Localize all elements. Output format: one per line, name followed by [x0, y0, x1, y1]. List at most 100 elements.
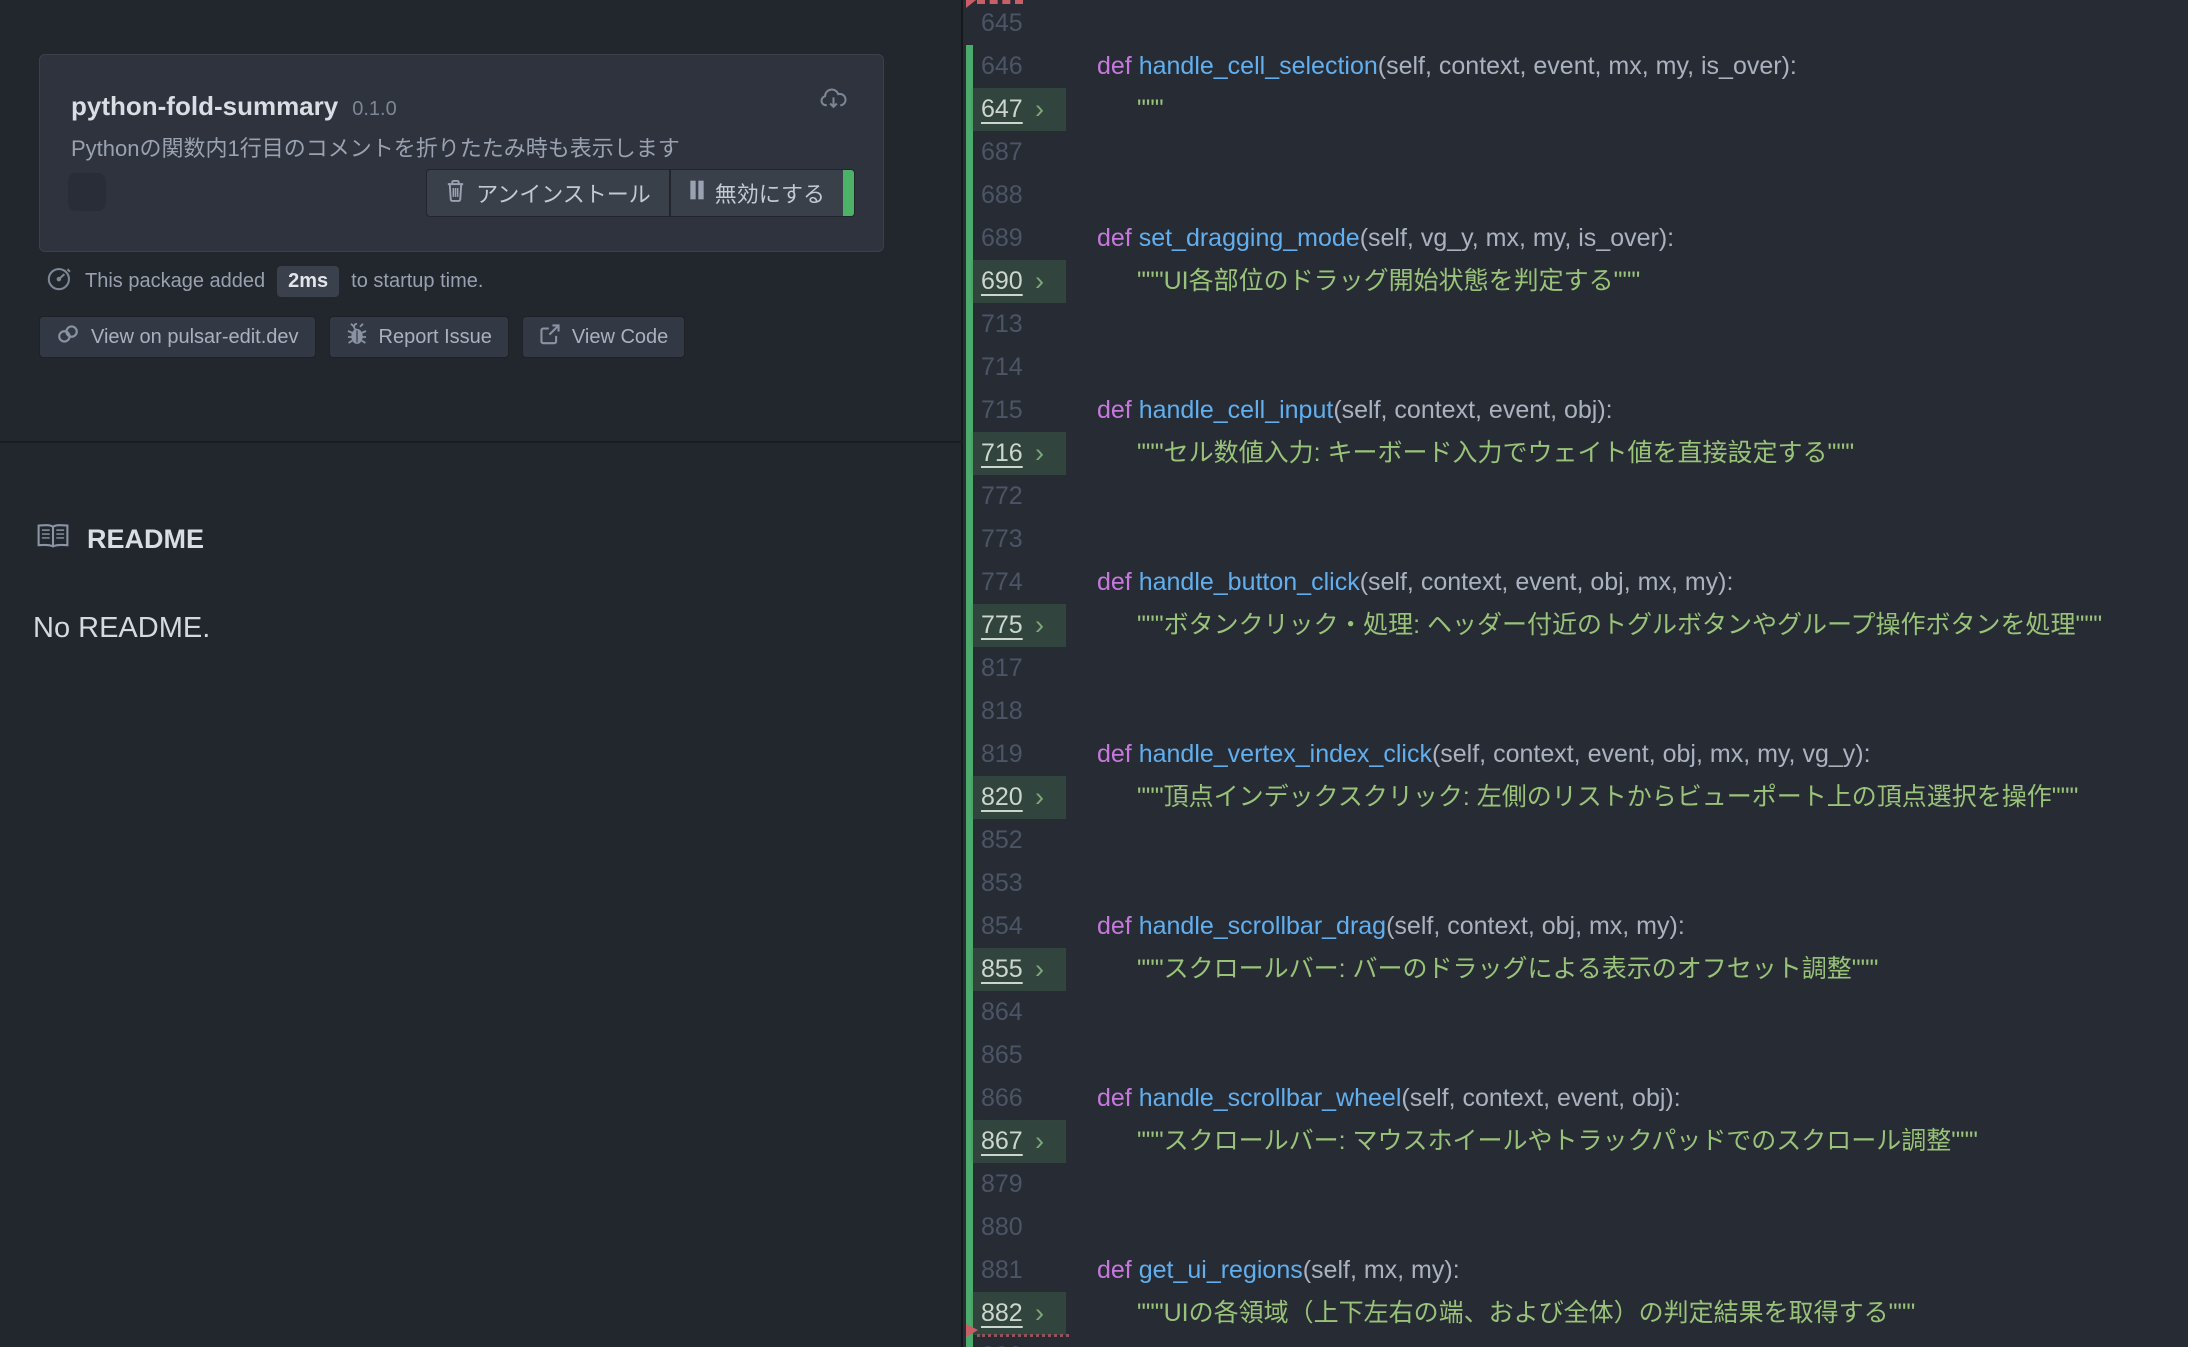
line-number[interactable]: 774 [981, 561, 1023, 604]
line-number[interactable]: 865 [981, 1034, 1023, 1077]
line-number[interactable]: 688 [981, 174, 1023, 217]
code-line-row[interactable]: 690 › """UI各部位のドラッグ開始状態を判定する""" [965, 260, 2188, 303]
line-number[interactable]: 713 [981, 303, 1023, 346]
line-number[interactable]: 647 [981, 88, 1023, 131]
docstring-text[interactable]: """UI各部位のドラッグ開始状態を判定する""" [1137, 260, 1640, 303]
line-number[interactable]: 820 [981, 776, 1023, 819]
code-line-row[interactable]: 645 [965, 2, 2188, 45]
report-issue-button[interactable]: Report Issue [329, 316, 509, 358]
code-text[interactable]: def handle_vertex_index_click(self, cont… [1097, 733, 1871, 776]
code-line-row[interactable]: 688 [965, 174, 2188, 217]
code-line-row[interactable]: 820 › """頂点インデックスクリック: 左側のリストからビューポート上の頂点選… [965, 776, 2188, 819]
code-line-row[interactable]: 714 [965, 346, 2188, 389]
code-text[interactable]: def handle_cell_selection(self, context,… [1097, 45, 1797, 88]
code-line-row[interactable]: 880 [965, 1206, 2188, 1249]
code-line-row[interactable]: 817 [965, 647, 2188, 690]
line-number[interactable]: 882 [981, 1292, 1023, 1335]
code-line-row[interactable]: 879 [965, 1163, 2188, 1206]
code-text[interactable]: def handle_scrollbar_wheel(self, context… [1097, 1077, 1681, 1120]
code-line-row[interactable]: 775 › """ボタンクリック・処理: ヘッダー付近のトグルボタンやグループ操作ボ… [965, 604, 2188, 647]
line-number[interactable]: 880 [981, 1206, 1023, 1249]
docstring-text[interactable]: """ボタンクリック・処理: ヘッダー付近のトグルボタンやグループ操作ボタンを処… [1137, 604, 2102, 647]
line-number[interactable]: 646 [981, 45, 1023, 88]
code-line-row[interactable]: 866 def handle_scrollbar_wheel(self, cont… [965, 1077, 2188, 1120]
line-number[interactable]: 855 [981, 948, 1023, 991]
line-number[interactable]: 852 [981, 819, 1023, 862]
docstring-text[interactable]: """頂点インデックスクリック: 左側のリストからビューポート上の頂点選択を操作… [1137, 776, 2078, 819]
package-settings-panel: python-fold-summary 0.1.0 Pythonの関数内1行目の… [0, 0, 963, 1347]
line-number[interactable]: 854 [981, 905, 1023, 948]
line-number[interactable]: 879 [981, 1163, 1023, 1206]
code-line-row[interactable]: 818 [965, 690, 2188, 733]
code-line-row[interactable]: 819 def handle_vertex_index_click(self, c… [965, 733, 2188, 776]
code-line-row[interactable]: 882 › """UIの各領域（上下左右の端、および全体）の判定結果を取得する""" [965, 1292, 2188, 1335]
line-number[interactable]: 867 [981, 1120, 1023, 1163]
line-number[interactable]: 689 [981, 217, 1023, 260]
view-on-pulsar-label: View on pulsar-edit.dev [91, 326, 299, 349]
line-number[interactable]: 881 [981, 1249, 1023, 1292]
line-number[interactable]: 775 [981, 604, 1023, 647]
disable-button[interactable]: 無効にする [669, 170, 843, 216]
fold-chevron-icon[interactable]: › [1035, 432, 1044, 474]
fold-chevron-icon[interactable]: › [1035, 1120, 1044, 1162]
line-number[interactable]: 773 [981, 518, 1023, 561]
code-line-row[interactable]: 855 › """スクロールバー: バーのドラッグによる表示のオフセット調整""" [965, 948, 2188, 991]
bug-icon [346, 322, 368, 352]
fold-chevron-icon[interactable]: › [1035, 260, 1044, 302]
fold-chevron-icon[interactable]: › [1035, 948, 1044, 990]
line-number[interactable]: 716 [981, 432, 1023, 475]
code-line-row[interactable]: 865 [965, 1034, 2188, 1077]
line-number[interactable]: 818 [981, 690, 1023, 733]
view-on-pulsar-button[interactable]: View on pulsar-edit.dev [39, 316, 316, 358]
code-line-row[interactable]: 852 [965, 819, 2188, 862]
fold-chevron-icon[interactable]: › [1035, 604, 1044, 646]
code-text[interactable]: def get_ui_regions(self, mx, my): [1097, 1249, 1460, 1292]
function-name-token: set_dragging_mode [1139, 224, 1360, 252]
line-number[interactable]: 645 [981, 2, 1023, 45]
line-number[interactable]: 817 [981, 647, 1023, 690]
code-line-row[interactable]: 713 [965, 303, 2188, 346]
code-line-row[interactable]: 883 [965, 1335, 2188, 1347]
line-number[interactable]: 715 [981, 389, 1023, 432]
code-line-row[interactable]: 687 [965, 131, 2188, 174]
readme-heading: README [36, 522, 204, 557]
code-line-row[interactable]: 774 def handle_button_click(self, context… [965, 561, 2188, 604]
code-line-row[interactable]: 854 def handle_scrollbar_drag(self, conte… [965, 905, 2188, 948]
code-line-row[interactable]: 853 [965, 862, 2188, 905]
fold-chevron-icon[interactable]: › [1035, 88, 1044, 130]
docstring-text[interactable]: """スクロールバー: マウスホイールやトラックパッドでのスクロール調整""" [1137, 1120, 1978, 1163]
docstring-text[interactable]: """セル数値入力: キーボード入力でウェイト値を直接設定する""" [1137, 432, 1854, 475]
line-number[interactable]: 772 [981, 475, 1023, 518]
params-token: (self, context, event, mx, my, is_over): [1378, 52, 1797, 80]
code-line-row[interactable]: 867 › """スクロールバー: マウスホイールやトラックパッドでのスクロール調整… [965, 1120, 2188, 1163]
code-line-row[interactable]: 881 def get_ui_regions(self, mx, my): [965, 1249, 2188, 1292]
fold-chevron-icon[interactable]: › [1035, 776, 1044, 818]
fold-chevron-icon[interactable]: › [1035, 1292, 1044, 1334]
line-number[interactable]: 853 [981, 862, 1023, 905]
code-text[interactable]: def set_dragging_mode(self, vg_y, mx, my… [1097, 217, 1674, 260]
docstring-text[interactable]: """ [1137, 88, 1164, 131]
code-line-row[interactable]: 716 › """セル数値入力: キーボード入力でウェイト値を直接設定する""" [965, 432, 2188, 475]
code-line-row[interactable]: 715 def handle_cell_input(self, context, … [965, 389, 2188, 432]
line-number[interactable]: 714 [981, 346, 1023, 389]
line-number[interactable]: 864 [981, 991, 1023, 1034]
docstring-text[interactable]: """UIの各領域（上下左右の端、および全体）の判定結果を取得する""" [1137, 1292, 1915, 1335]
code-line-row[interactable]: 689 def set_dragging_mode(self, vg_y, mx,… [965, 217, 2188, 260]
package-version: 0.1.0 [352, 98, 396, 121]
code-line-row[interactable]: 647 › """ [965, 88, 2188, 131]
code-editor[interactable]: 645646 def handle_cell_selection(self, co… [965, 0, 2188, 1347]
code-text[interactable]: def handle_button_click(self, context, e… [1097, 561, 1733, 604]
docstring-text[interactable]: """スクロールバー: バーのドラッグによる表示のオフセット調整""" [1137, 948, 1878, 991]
code-text[interactable]: def handle_cell_input(self, context, eve… [1097, 389, 1613, 432]
code-line-row[interactable]: 773 [965, 518, 2188, 561]
line-number[interactable]: 690 [981, 260, 1023, 303]
line-number[interactable]: 687 [981, 131, 1023, 174]
code-line-row[interactable]: 864 [965, 991, 2188, 1034]
code-text[interactable]: def handle_scrollbar_drag(self, context,… [1097, 905, 1685, 948]
uninstall-button[interactable]: アンインストール [427, 170, 669, 216]
line-number[interactable]: 819 [981, 733, 1023, 776]
code-line-row[interactable]: 646 def handle_cell_selection(self, conte… [965, 45, 2188, 88]
line-number[interactable]: 866 [981, 1077, 1023, 1120]
code-line-row[interactable]: 772 [965, 475, 2188, 518]
view-code-button[interactable]: View Code [522, 316, 685, 358]
